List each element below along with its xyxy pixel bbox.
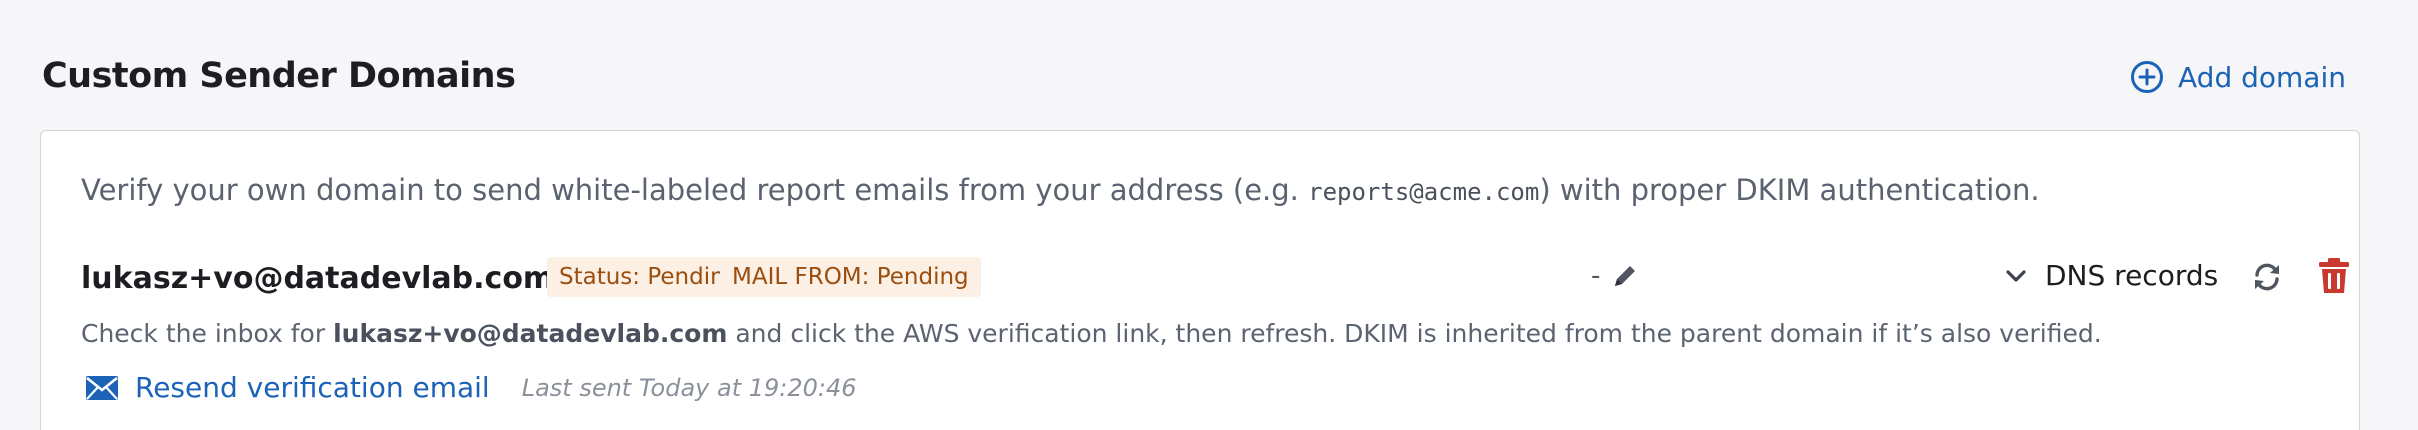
domain-email: lukasz+vo@datadevlab.com (81, 261, 555, 296)
delete-domain-button[interactable] (2317, 257, 2351, 295)
refresh-icon (2249, 259, 2285, 295)
help-text-before: Check the inbox for (81, 319, 334, 348)
verification-help-text: Check the inbox for lukasz+vo@datadevlab… (81, 319, 2102, 348)
resend-row: Resend verification email Last sent Toda… (85, 371, 857, 404)
last-sent-timestamp: Last sent Today at 19:20:46 (521, 373, 857, 402)
section-title: Custom Sender Domains (42, 56, 516, 96)
intro-text: Verify your own domain to send white-lab… (81, 173, 2040, 207)
domains-card: Verify your own domain to send white-lab… (40, 130, 2360, 430)
dns-records-label: DNS records (2045, 259, 2219, 292)
pencil-icon[interactable] (1610, 261, 1640, 291)
display-name-value: - (1591, 261, 1601, 291)
add-domain-label: Add domain (2178, 60, 2346, 94)
refresh-button[interactable] (2249, 259, 2285, 295)
plus-circle-icon (2130, 60, 2164, 94)
sender-domains-page: Custom Sender Domains Add domain Verify … (0, 0, 2418, 430)
mail-from-badge: MAIL FROM: Pending (720, 257, 981, 297)
help-text-after: and click the AWS verification link, the… (727, 319, 2102, 348)
dns-records-toggle[interactable]: DNS records (2003, 259, 2218, 292)
intro-text-after: ) with proper DKIM authentication. (1539, 173, 2040, 207)
help-email: lukasz+vo@datadevlab.com (333, 319, 728, 348)
intro-text-before: Verify your own domain to send white-lab… (81, 173, 1309, 207)
display-name-editor: - (1591, 261, 1640, 291)
resend-label: Resend verification email (135, 371, 490, 404)
intro-example-address: reports@acme.com (1308, 178, 1540, 206)
trash-icon (2317, 257, 2351, 295)
add-domain-button[interactable]: Add domain (2130, 60, 2346, 94)
resend-verification-link[interactable]: Resend verification email (85, 371, 490, 404)
envelope-icon (85, 375, 119, 401)
chevron-down-icon (2003, 263, 2029, 289)
domain-row: lukasz+vo@datadevlab.com Status: Pending… (81, 257, 2349, 303)
